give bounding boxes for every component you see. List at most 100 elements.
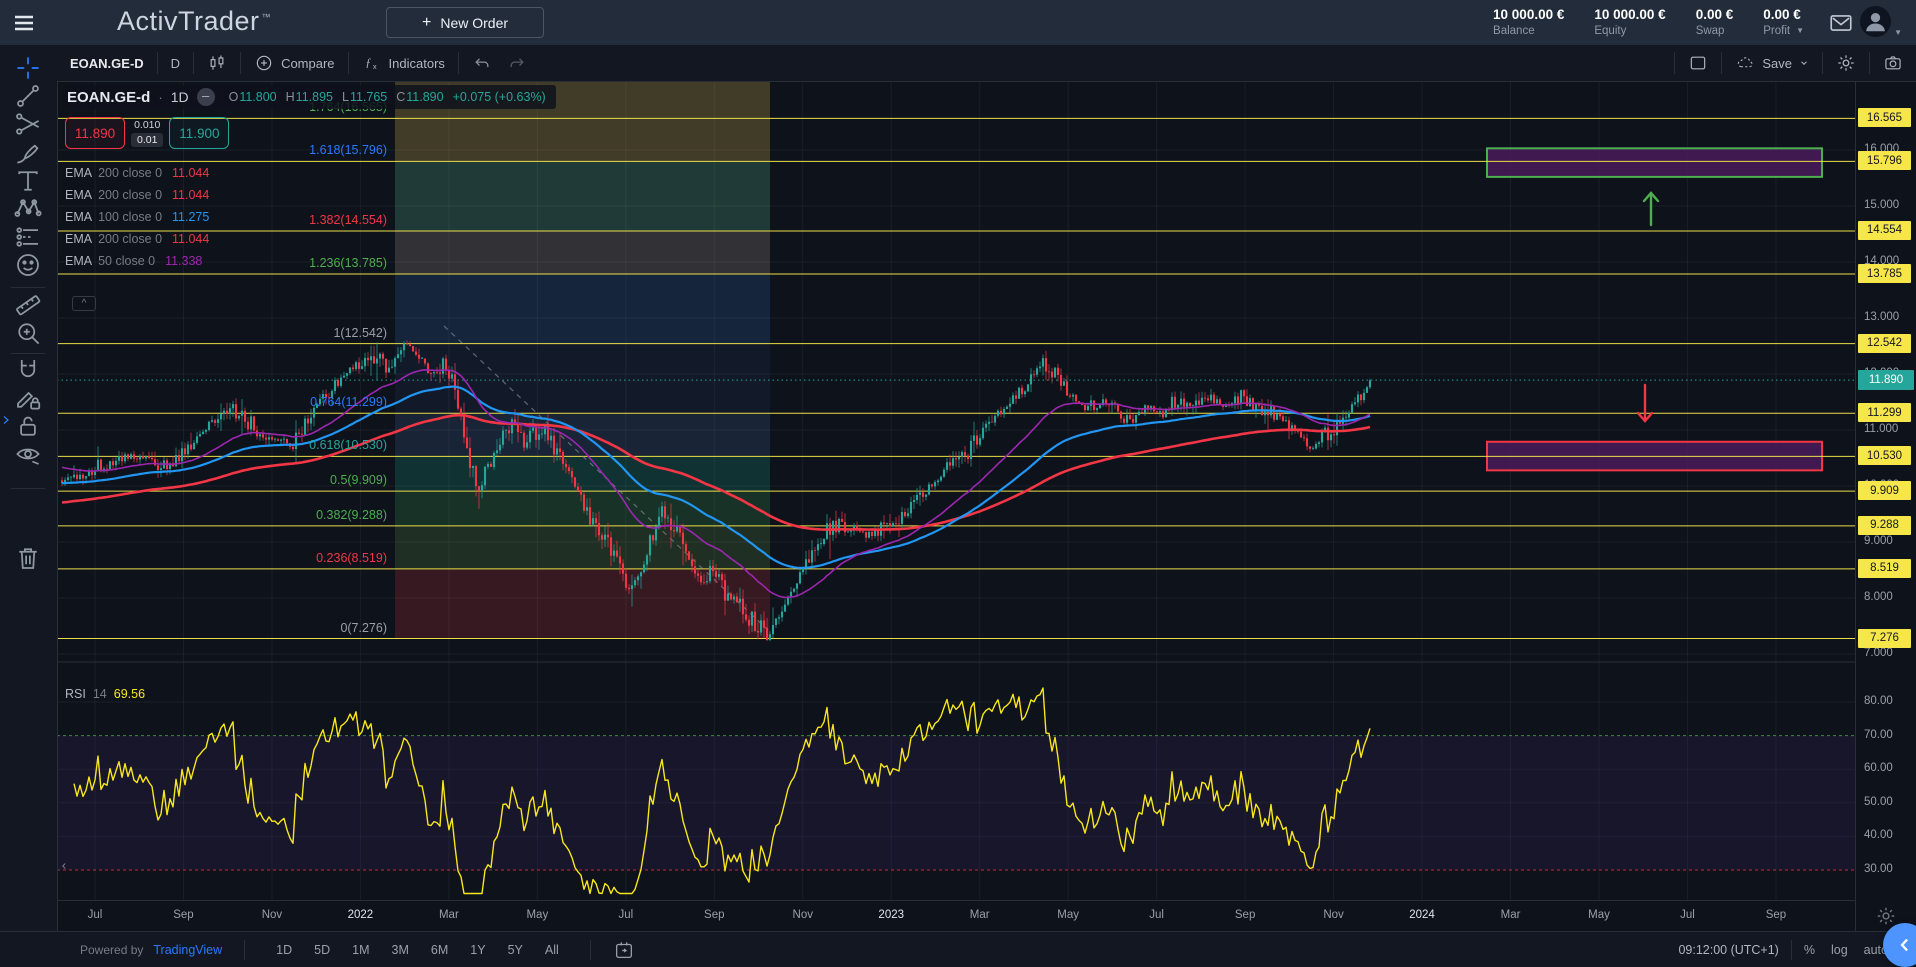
range-button-3m[interactable]: 3M	[383, 939, 418, 961]
zoom-in-icon[interactable]	[13, 318, 43, 348]
brush-icon[interactable]	[13, 137, 43, 167]
indicator-row-ema200[interactable]: EMA200 close 011.044	[65, 187, 556, 202]
up-arrow-drawing[interactable]	[1644, 193, 1658, 225]
powered-by-label: Powered by	[80, 943, 143, 957]
avatar-icon	[1860, 6, 1891, 37]
chevron-down-icon[interactable]: ▼	[1796, 26, 1804, 36]
time-label: Nov	[793, 909, 813, 921]
remove-drawings-icon[interactable]	[13, 543, 43, 573]
scale-button-%[interactable]: %	[1804, 943, 1815, 957]
camera-icon	[1883, 53, 1903, 73]
indicators-button[interactable]: ƒx Indicators	[349, 45, 458, 81]
divider	[11, 287, 45, 288]
account-stat-profit[interactable]: 0.00 €Profit▼	[1763, 7, 1804, 38]
indicator-row-ema200[interactable]: EMA 200 close 0 11.044	[65, 231, 556, 246]
fib-price-badge[interactable]: 9.288	[1858, 516, 1911, 535]
buy-button[interactable]: 11.900	[169, 117, 229, 149]
new-order-button[interactable]: + New Order	[386, 7, 544, 38]
interval-button[interactable]: D	[158, 45, 193, 81]
range-button-1m[interactable]: 1M	[343, 939, 378, 961]
compare-button[interactable]: Compare	[241, 45, 347, 81]
fib-price-badge[interactable]: 12.542	[1858, 334, 1911, 353]
scale-button-log[interactable]: log	[1831, 943, 1848, 957]
hide-all-icon[interactable]	[13, 439, 43, 469]
legend-separator: ·	[158, 90, 162, 105]
account-stats: 10 000.00 €Balance 10 000.00 €Equity 0.00 …	[1493, 0, 1804, 45]
account-stat-swap[interactable]: 0.00 €Swap	[1696, 7, 1734, 38]
fib-price-badge[interactable]: 11.299	[1858, 403, 1911, 422]
fib-price-badge[interactable]: 16.565	[1858, 108, 1911, 127]
magnet-icon[interactable]	[13, 355, 43, 385]
sell-button[interactable]: 11.890	[65, 117, 125, 149]
down-arrow-drawing[interactable]	[1638, 385, 1652, 421]
mail-icon[interactable]	[1828, 10, 1854, 36]
rsi-legend[interactable]: RSI 14 69.56	[65, 687, 145, 701]
fib-level-label: 0.5(9.909)	[57, 473, 387, 487]
layout-button[interactable]	[1675, 45, 1721, 81]
stat-value: 0.00 €	[1696, 7, 1734, 24]
symbol-search-button[interactable]: EOAN.GE-D	[57, 45, 157, 81]
indicator-name: EMA	[65, 232, 92, 246]
price-axis[interactable]: 16.00015.00014.00013.00012.00011.00010.0…	[1855, 81, 1916, 931]
account-stat-balance[interactable]: 10 000.00 €Balance	[1493, 7, 1564, 38]
ruler-icon[interactable]	[13, 290, 43, 320]
current-price-badge[interactable]: 11.890	[1858, 370, 1914, 390]
range-button-5y[interactable]: 5Y	[499, 939, 532, 961]
drawing-tools-sidebar	[0, 45, 58, 967]
hide-series-icon[interactable]: –	[197, 88, 215, 106]
indicator-row-ema200[interactable]: EMA200 close 011.044	[65, 165, 556, 180]
legend-interval[interactable]: 1D	[171, 89, 189, 105]
indicator-name: EMA	[65, 254, 92, 268]
indicator-value: 11.044	[172, 166, 209, 180]
lock-all-icon[interactable]	[13, 411, 43, 441]
session-clock[interactable]: 09:12:00 (UTC+1)	[1678, 943, 1778, 957]
trend-line-icon[interactable]	[13, 81, 43, 111]
menu-icon[interactable]	[12, 11, 36, 35]
tradingview-link[interactable]: TradingView	[153, 943, 222, 957]
fib-level-label: 0(7.276)	[57, 621, 387, 635]
range-button-6m[interactable]: 6M	[422, 939, 457, 961]
go-to-date-icon[interactable]	[613, 939, 635, 961]
rsi-pane-collapse-chevron[interactable]	[59, 861, 69, 875]
indicator-row-ema100[interactable]: EMA100 close 011.275	[65, 209, 556, 224]
fib-price-badge[interactable]: 8.519	[1858, 559, 1911, 578]
save-button[interactable]: Save	[1722, 45, 1822, 81]
legend-symbol[interactable]: EOAN.GE-d	[67, 89, 150, 106]
axis-settings-gear-icon[interactable]	[1875, 905, 1897, 927]
drawing-lock-icon[interactable]	[13, 383, 43, 413]
forecast-icon[interactable]	[13, 222, 43, 252]
redo-button[interactable]	[505, 45, 540, 81]
fib-price-badge[interactable]: 9.909	[1858, 481, 1911, 500]
indicator-value: 11.044	[172, 232, 209, 246]
account-stat-equity[interactable]: 10 000.00 €Equity	[1594, 7, 1665, 38]
fib-price-badge[interactable]: 14.554	[1858, 221, 1911, 240]
fib-price-badge[interactable]: 15.796	[1858, 151, 1911, 170]
gann-fib-icon[interactable]	[13, 109, 43, 139]
range-button-all[interactable]: All	[536, 939, 568, 961]
range-button-1y[interactable]: 1Y	[461, 939, 494, 961]
bottom-toolbar: Powered by TradingView 1D5D1M3M6M1Y5YAll…	[0, 931, 1916, 967]
indicator-value: 11.338	[165, 254, 202, 268]
time-axis[interactable]: JulSepNov2022MarMayJulSepNov2023MarMayJu…	[57, 900, 1855, 932]
compare-plus-icon	[254, 53, 274, 73]
expand-watchlist-chevron[interactable]	[0, 414, 12, 432]
fib-price-badge[interactable]: 13.785	[1858, 264, 1911, 283]
fib-price-badge[interactable]: 7.276	[1858, 629, 1911, 648]
undo-button[interactable]	[459, 45, 505, 81]
range-button-1d[interactable]: 1D	[267, 939, 301, 961]
chart-settings-button[interactable]	[1823, 45, 1869, 81]
user-avatar[interactable]: ▼	[1860, 6, 1902, 37]
range-button-5d[interactable]: 5D	[305, 939, 339, 961]
chevron-down-icon	[1799, 58, 1809, 68]
snapshot-button[interactable]	[1870, 45, 1916, 81]
text-icon[interactable]	[13, 166, 43, 196]
ohlc-value: 11.895	[296, 90, 333, 104]
indicator-row-ema50[interactable]: EMA50 close 011.338	[65, 253, 556, 268]
emoji-icon[interactable]	[13, 250, 43, 280]
crosshair-icon[interactable]	[13, 53, 43, 83]
legend-collapse-button[interactable]: ^	[72, 296, 96, 311]
fib-price-badge[interactable]: 10.530	[1858, 446, 1911, 465]
xabcd-pattern-icon[interactable]	[13, 194, 43, 224]
chart-style-button[interactable]	[194, 45, 240, 81]
indicator-params: 200 close 0	[98, 232, 162, 246]
